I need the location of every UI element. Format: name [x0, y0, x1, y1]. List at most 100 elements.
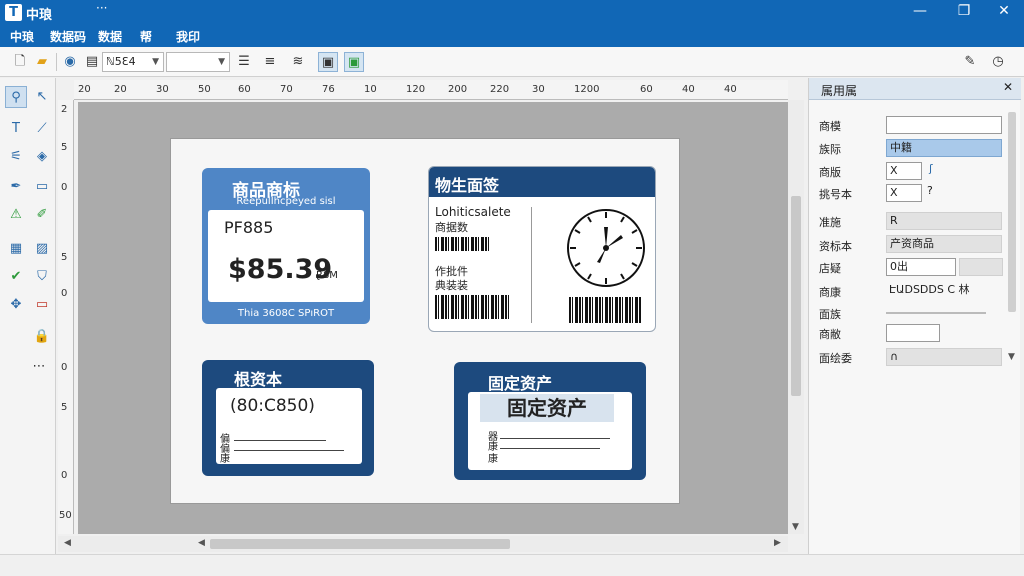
app-logo: T: [5, 4, 22, 21]
price-label-subtitle: ReepulIhcpeyed sisl: [236, 196, 336, 207]
fixed-asset-label-title: 固定资产: [488, 374, 553, 393]
prop-label-4: 准施: [819, 216, 841, 229]
price-label-body: PF885 $85.39 Ɽ8M: [208, 210, 364, 302]
prop-label-9: 商敝: [819, 328, 841, 341]
prop-pen-icon[interactable]: ʃ: [929, 162, 933, 175]
chart-icon[interactable]: ⚠: [5, 204, 27, 226]
prop-label-5: 资标本: [819, 240, 852, 253]
canvas-horizontal-scrollbar[interactable]: ◀ ◀ ▶: [58, 536, 788, 552]
menu-bar: 中琅 数据码 数据 帮 我印: [0, 25, 1024, 47]
ruler-left: 2 5 0 5 0 0 5 0 50: [58, 100, 74, 534]
format-icon[interactable]: ≋: [288, 52, 308, 72]
size-select[interactable]: ▼: [166, 52, 230, 72]
pointer-icon[interactable]: ↖: [31, 86, 53, 108]
prop-input-2[interactable]: X: [886, 162, 922, 180]
ruler-top: 20 20 30 50 60 70 76 10 120 200 220 30 1…: [74, 80, 788, 100]
logistics-line-2: 商据数: [435, 221, 468, 234]
clock-icon: [567, 209, 645, 287]
menu-item-print[interactable]: 我印: [176, 28, 200, 45]
panel-close-icon[interactable]: ✕: [1003, 80, 1013, 94]
align-icon[interactable]: ☰: [234, 52, 254, 72]
monitor-icon[interactable]: ▭: [31, 294, 53, 316]
text-icon[interactable]: T: [5, 118, 27, 140]
menu-item-barcode[interactable]: 数据码: [50, 28, 86, 45]
shape-icon[interactable]: ◈: [31, 146, 53, 168]
prop-input-3[interactable]: X: [886, 184, 922, 202]
prop-input-0[interactable]: [886, 116, 1002, 134]
font-select[interactable]: ℕ5Ɛ4 ▼: [102, 52, 164, 72]
prop-input-6[interactable]: 0出: [886, 258, 956, 276]
price-label[interactable]: 商品商标 ReepulIhcpeyed sisl PF885 $85.39 Ɽ8…: [202, 168, 370, 324]
tool-palette: ⚲ ↖ T ⟋ ⚟ ◈ ✒ ▭ ⚠ ✐ ▦ ▨ ✔ ⛉ ✥ ▭ 🔒 ⋯: [0, 78, 56, 554]
maximize-button[interactable]: ❐: [944, 0, 984, 25]
frame-icon[interactable]: ▣: [318, 52, 338, 72]
logistics-line-4: 典装装: [435, 279, 468, 292]
price-label-footer: Thia 3608C SPıROT: [237, 308, 335, 319]
select-icon[interactable]: ⚲: [5, 86, 27, 108]
prop-slider-8[interactable]: [886, 312, 986, 314]
check-icon[interactable]: ✔: [5, 266, 27, 288]
vertical-scroll-thumb[interactable]: [791, 196, 801, 396]
scroll-left-inner-icon[interactable]: ◀: [198, 538, 205, 548]
menu-item-data[interactable]: 数据: [98, 28, 122, 45]
scroll-right-icon[interactable]: ▶: [774, 538, 781, 548]
scroll-down-icon[interactable]: ▼: [792, 522, 799, 532]
product-code: PF885: [224, 218, 274, 237]
image-icon[interactable]: ▨: [31, 238, 53, 260]
price-unit: Ɽ8M: [316, 270, 338, 281]
prop-input-9[interactable]: [886, 324, 940, 342]
pen-icon[interactable]: ✎: [960, 52, 980, 72]
barcode-icon[interactable]: ⚟: [5, 146, 27, 168]
logistics-label[interactable]: 物生面签 Lohiticsalete 商据数 作批件 典装装: [428, 166, 656, 332]
line-icon[interactable]: ⟋: [31, 118, 53, 140]
lock-icon[interactable]: 🔒: [31, 326, 53, 348]
logistics-label-title: 物生面签: [435, 176, 500, 195]
pen-tool-icon[interactable]: ✒: [5, 176, 27, 198]
menu-item-help[interactable]: 帮: [140, 28, 152, 45]
prop-help-icon[interactable]: ?: [927, 184, 933, 197]
scroll-left-icon[interactable]: ◀: [64, 538, 71, 548]
open-folder-icon[interactable]: ▰: [32, 52, 52, 72]
save-icon[interactable]: ◉: [60, 52, 80, 72]
fixed-asset-label[interactable]: 固定资产 固定资产 器 康 康: [454, 362, 646, 480]
panel-scrollbar[interactable]: ▼: [1005, 102, 1019, 372]
close-button[interactable]: ✕: [984, 0, 1024, 25]
asset-code: (80:C850): [230, 396, 315, 416]
minimize-button[interactable]: —: [900, 0, 940, 25]
design-canvas[interactable]: 商品商标 ReepulIhcpeyed sisl PF885 $85.39 Ɽ8…: [78, 102, 788, 534]
new-file-icon[interactable]: 🗋: [10, 52, 30, 72]
shield-icon[interactable]: ⛉: [31, 266, 53, 288]
more-icon[interactable]: ⋯: [28, 356, 50, 378]
prop-input-4[interactable]: R: [886, 212, 1002, 230]
prop-input-6b[interactable]: [959, 258, 1003, 276]
prop-input-1[interactable]: 中籍: [886, 139, 1002, 157]
clock-icon[interactable]: ◷: [988, 52, 1008, 72]
logistics-label-header: 物生面签: [429, 167, 655, 197]
logistics-divider: [531, 207, 532, 323]
barcode-small: [435, 237, 489, 251]
panel-scroll-thumb[interactable]: [1008, 112, 1016, 312]
barcode-left: [435, 295, 511, 319]
green-frame-icon[interactable]: ▣: [344, 52, 364, 72]
asset-label[interactable]: 根资本 (80:C850) 偏 偏 康: [202, 360, 374, 476]
table-icon[interactable]: ▦: [5, 238, 27, 260]
brush-icon[interactable]: ✐: [31, 204, 53, 226]
move-icon[interactable]: ✥: [5, 294, 27, 316]
canvas-vertical-scrollbar[interactable]: ▼: [788, 100, 804, 534]
panel-scroll-down-icon[interactable]: ▼: [1008, 352, 1015, 362]
prop-input-10[interactable]: ∩: [886, 348, 1002, 366]
title-bar: T 中琅 ··· — ❐ ✕: [0, 0, 1024, 25]
print-icon[interactable]: ▤: [82, 52, 102, 72]
properties-panel: 属用属 ✕ 商模 族际 中籍 商版 X ʃ 挑号本 X ? 准施 R 资标本 产…: [808, 78, 1021, 554]
distribute-icon[interactable]: ≡: [260, 52, 280, 72]
horizontal-scroll-thumb[interactable]: [210, 539, 510, 549]
status-bar: [0, 554, 1024, 576]
menu-item-file[interactable]: 中琅: [10, 28, 34, 45]
eraser-icon[interactable]: ▭: [31, 176, 53, 198]
prop-label-7: 商康: [819, 286, 841, 299]
properties-panel-title: 属用属: [821, 84, 858, 98]
prop-label-3: 挑号本: [819, 188, 852, 201]
properties-panel-header: 属用属 ✕: [809, 78, 1021, 100]
prop-input-5[interactable]: 产资商品: [886, 235, 1002, 253]
prop-input-7[interactable]: ԷԱDSDDS C 林: [886, 282, 1002, 300]
